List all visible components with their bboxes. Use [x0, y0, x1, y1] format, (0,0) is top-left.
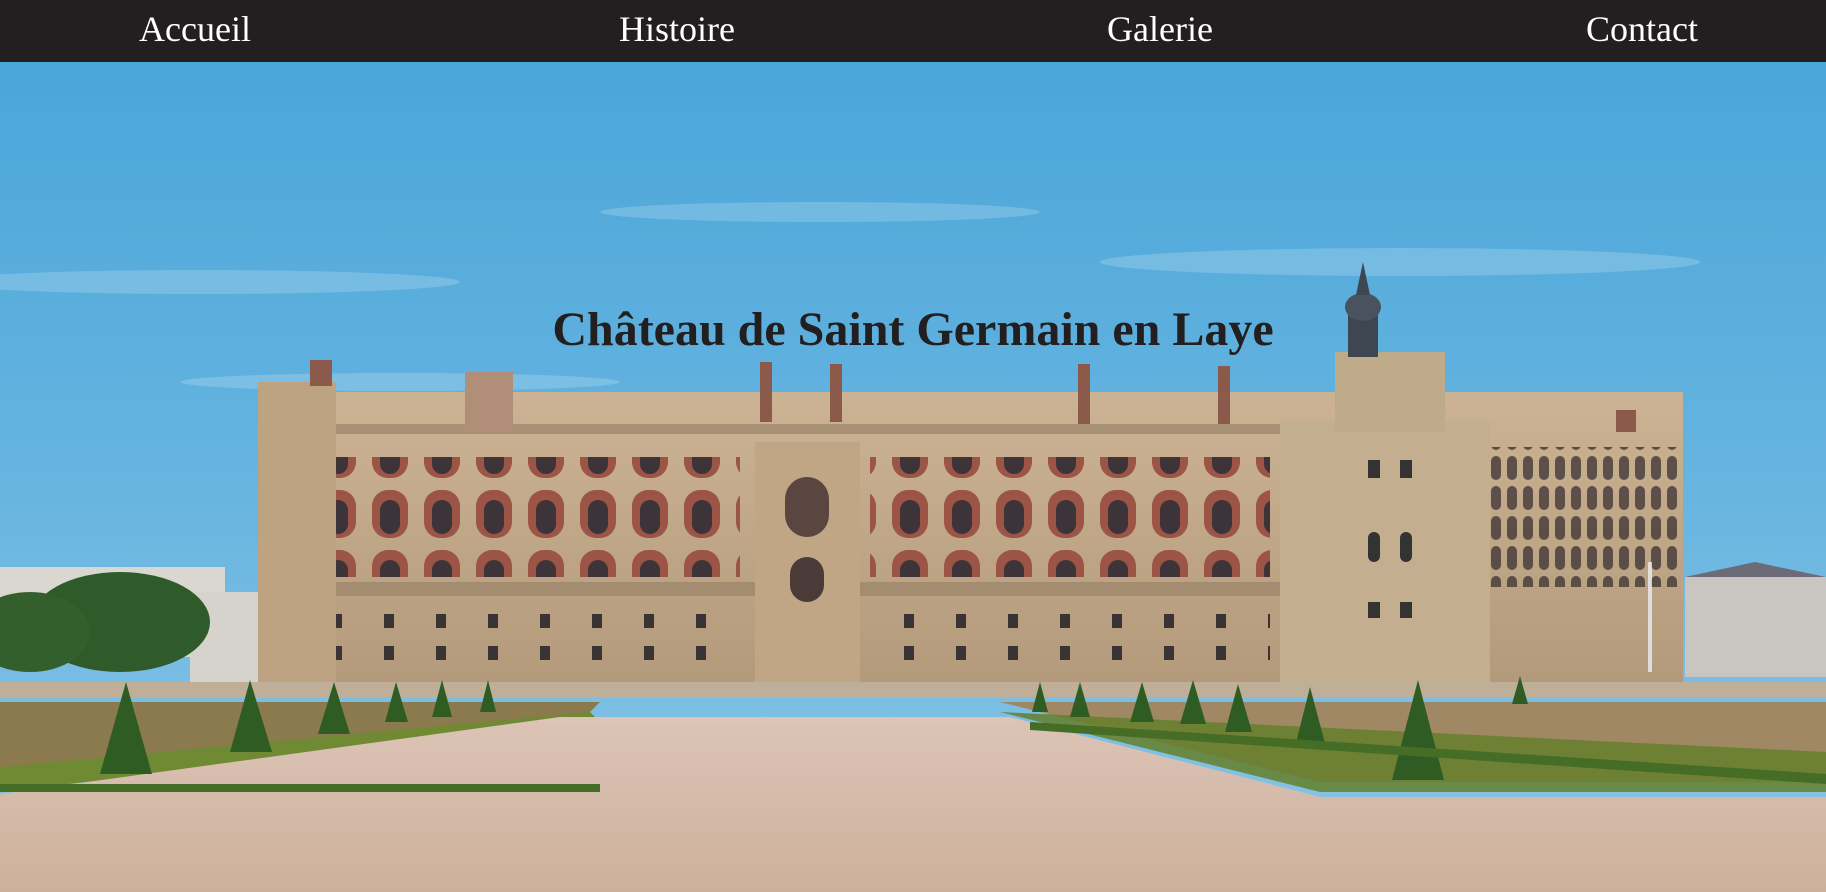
- nav-link-histoire[interactable]: Histoire: [527, 0, 827, 58]
- nav-link-accueil[interactable]: Accueil: [45, 0, 345, 58]
- nav-link-contact[interactable]: Contact: [1492, 0, 1792, 58]
- nav-link-galerie[interactable]: Galerie: [1010, 0, 1310, 58]
- hero-title: Château de Saint Germain en Laye: [552, 303, 1274, 356]
- top-navigation: Accueil Histoire Galerie Contact: [0, 0, 1826, 62]
- hero-section: Château de Saint Germain en Laye: [0, 62, 1826, 892]
- chateau-hero-image: [0, 62, 1826, 892]
